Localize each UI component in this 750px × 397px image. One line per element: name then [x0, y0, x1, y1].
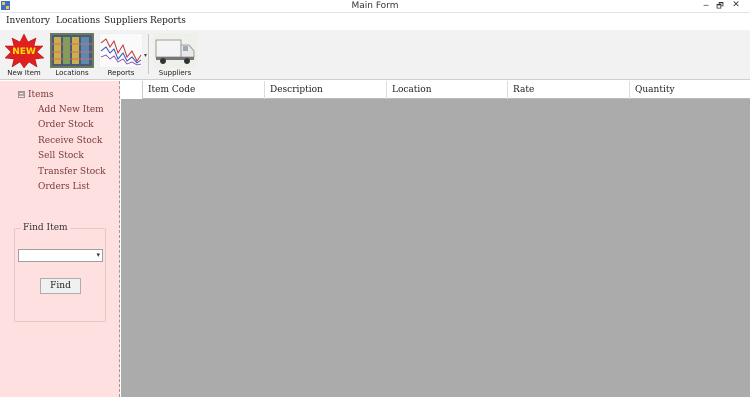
column-header-rate[interactable]: Rate [508, 81, 630, 99]
find-item-legend: Find Item [21, 223, 70, 233]
new-item-label: New Item [7, 69, 41, 77]
find-item-group: Find Item ▾ Find [14, 223, 106, 322]
menu-inventory[interactable]: Inventory [6, 16, 50, 26]
truck-icon [153, 33, 197, 68]
window-title: Main Form [351, 1, 399, 11]
reports-label: Reports [107, 69, 135, 77]
menu-suppliers[interactable]: Suppliers [104, 16, 148, 26]
menu-reports[interactable]: Reports [150, 16, 186, 26]
column-header-quantity[interactable]: Quantity [630, 81, 750, 99]
find-item-select[interactable]: ▾ [18, 249, 103, 262]
new-item-button[interactable]: NEW New Item [2, 32, 46, 78]
warehouse-icon [50, 33, 94, 68]
collapse-icon[interactable]: ⊟ [18, 91, 25, 98]
tree-root-items[interactable]: ⊟ Items [18, 90, 54, 100]
grid-corner[interactable] [121, 81, 143, 99]
locations-button[interactable]: Locations [48, 32, 96, 78]
tree-item-sell-stock[interactable]: Sell Stock [38, 151, 84, 161]
column-header-description[interactable]: Description [265, 81, 387, 99]
column-header-location[interactable]: Location [387, 81, 508, 99]
tree-item-receive-stock[interactable]: Receive Stock [38, 136, 102, 146]
suppliers-button[interactable]: Suppliers [151, 32, 199, 78]
tree-item-add-new-item[interactable]: Add New Item [38, 105, 104, 115]
new-badge-icon: NEW [4, 33, 45, 68]
column-header-item-code[interactable]: Item Code [143, 81, 265, 99]
chevron-down-icon: ▾ [96, 251, 100, 259]
close-button[interactable]: ✕ [729, 0, 743, 12]
tree-item-order-stock[interactable]: Order Stock [38, 120, 94, 130]
line-chart-icon [99, 33, 143, 68]
restore-button[interactable]: 🗗 [713, 0, 727, 12]
grid-header: Item Code Description Location Rate Quan… [121, 81, 750, 99]
tree-root-label: Items [28, 90, 54, 100]
toolbar-separator [148, 34, 149, 74]
suppliers-label: Suppliers [158, 69, 192, 77]
tree-item-orders-list[interactable]: Orders List [38, 182, 90, 192]
title-bar: Main Form ─ 🗗 ✕ [0, 0, 750, 13]
reports-button[interactable]: Reports [98, 32, 144, 78]
toolbar: NEW New Item Locations Reports ▾ Supplie… [0, 30, 750, 80]
find-button[interactable]: Find [40, 278, 81, 294]
menu-locations[interactable]: Locations [56, 16, 100, 26]
items-grid[interactable]: Item Code Description Location Rate Quan… [121, 81, 750, 397]
minimize-button[interactable]: ─ [699, 0, 713, 12]
new-badge-text: NEW [12, 47, 36, 57]
left-panel: ⊟ Items Add New Item Order Stock Receive … [0, 81, 120, 397]
menu-bar: Inventory Locations Suppliers Reports [0, 14, 750, 30]
locations-label: Locations [55, 69, 89, 77]
tree-item-transfer-stock[interactable]: Transfer Stock [38, 167, 106, 177]
